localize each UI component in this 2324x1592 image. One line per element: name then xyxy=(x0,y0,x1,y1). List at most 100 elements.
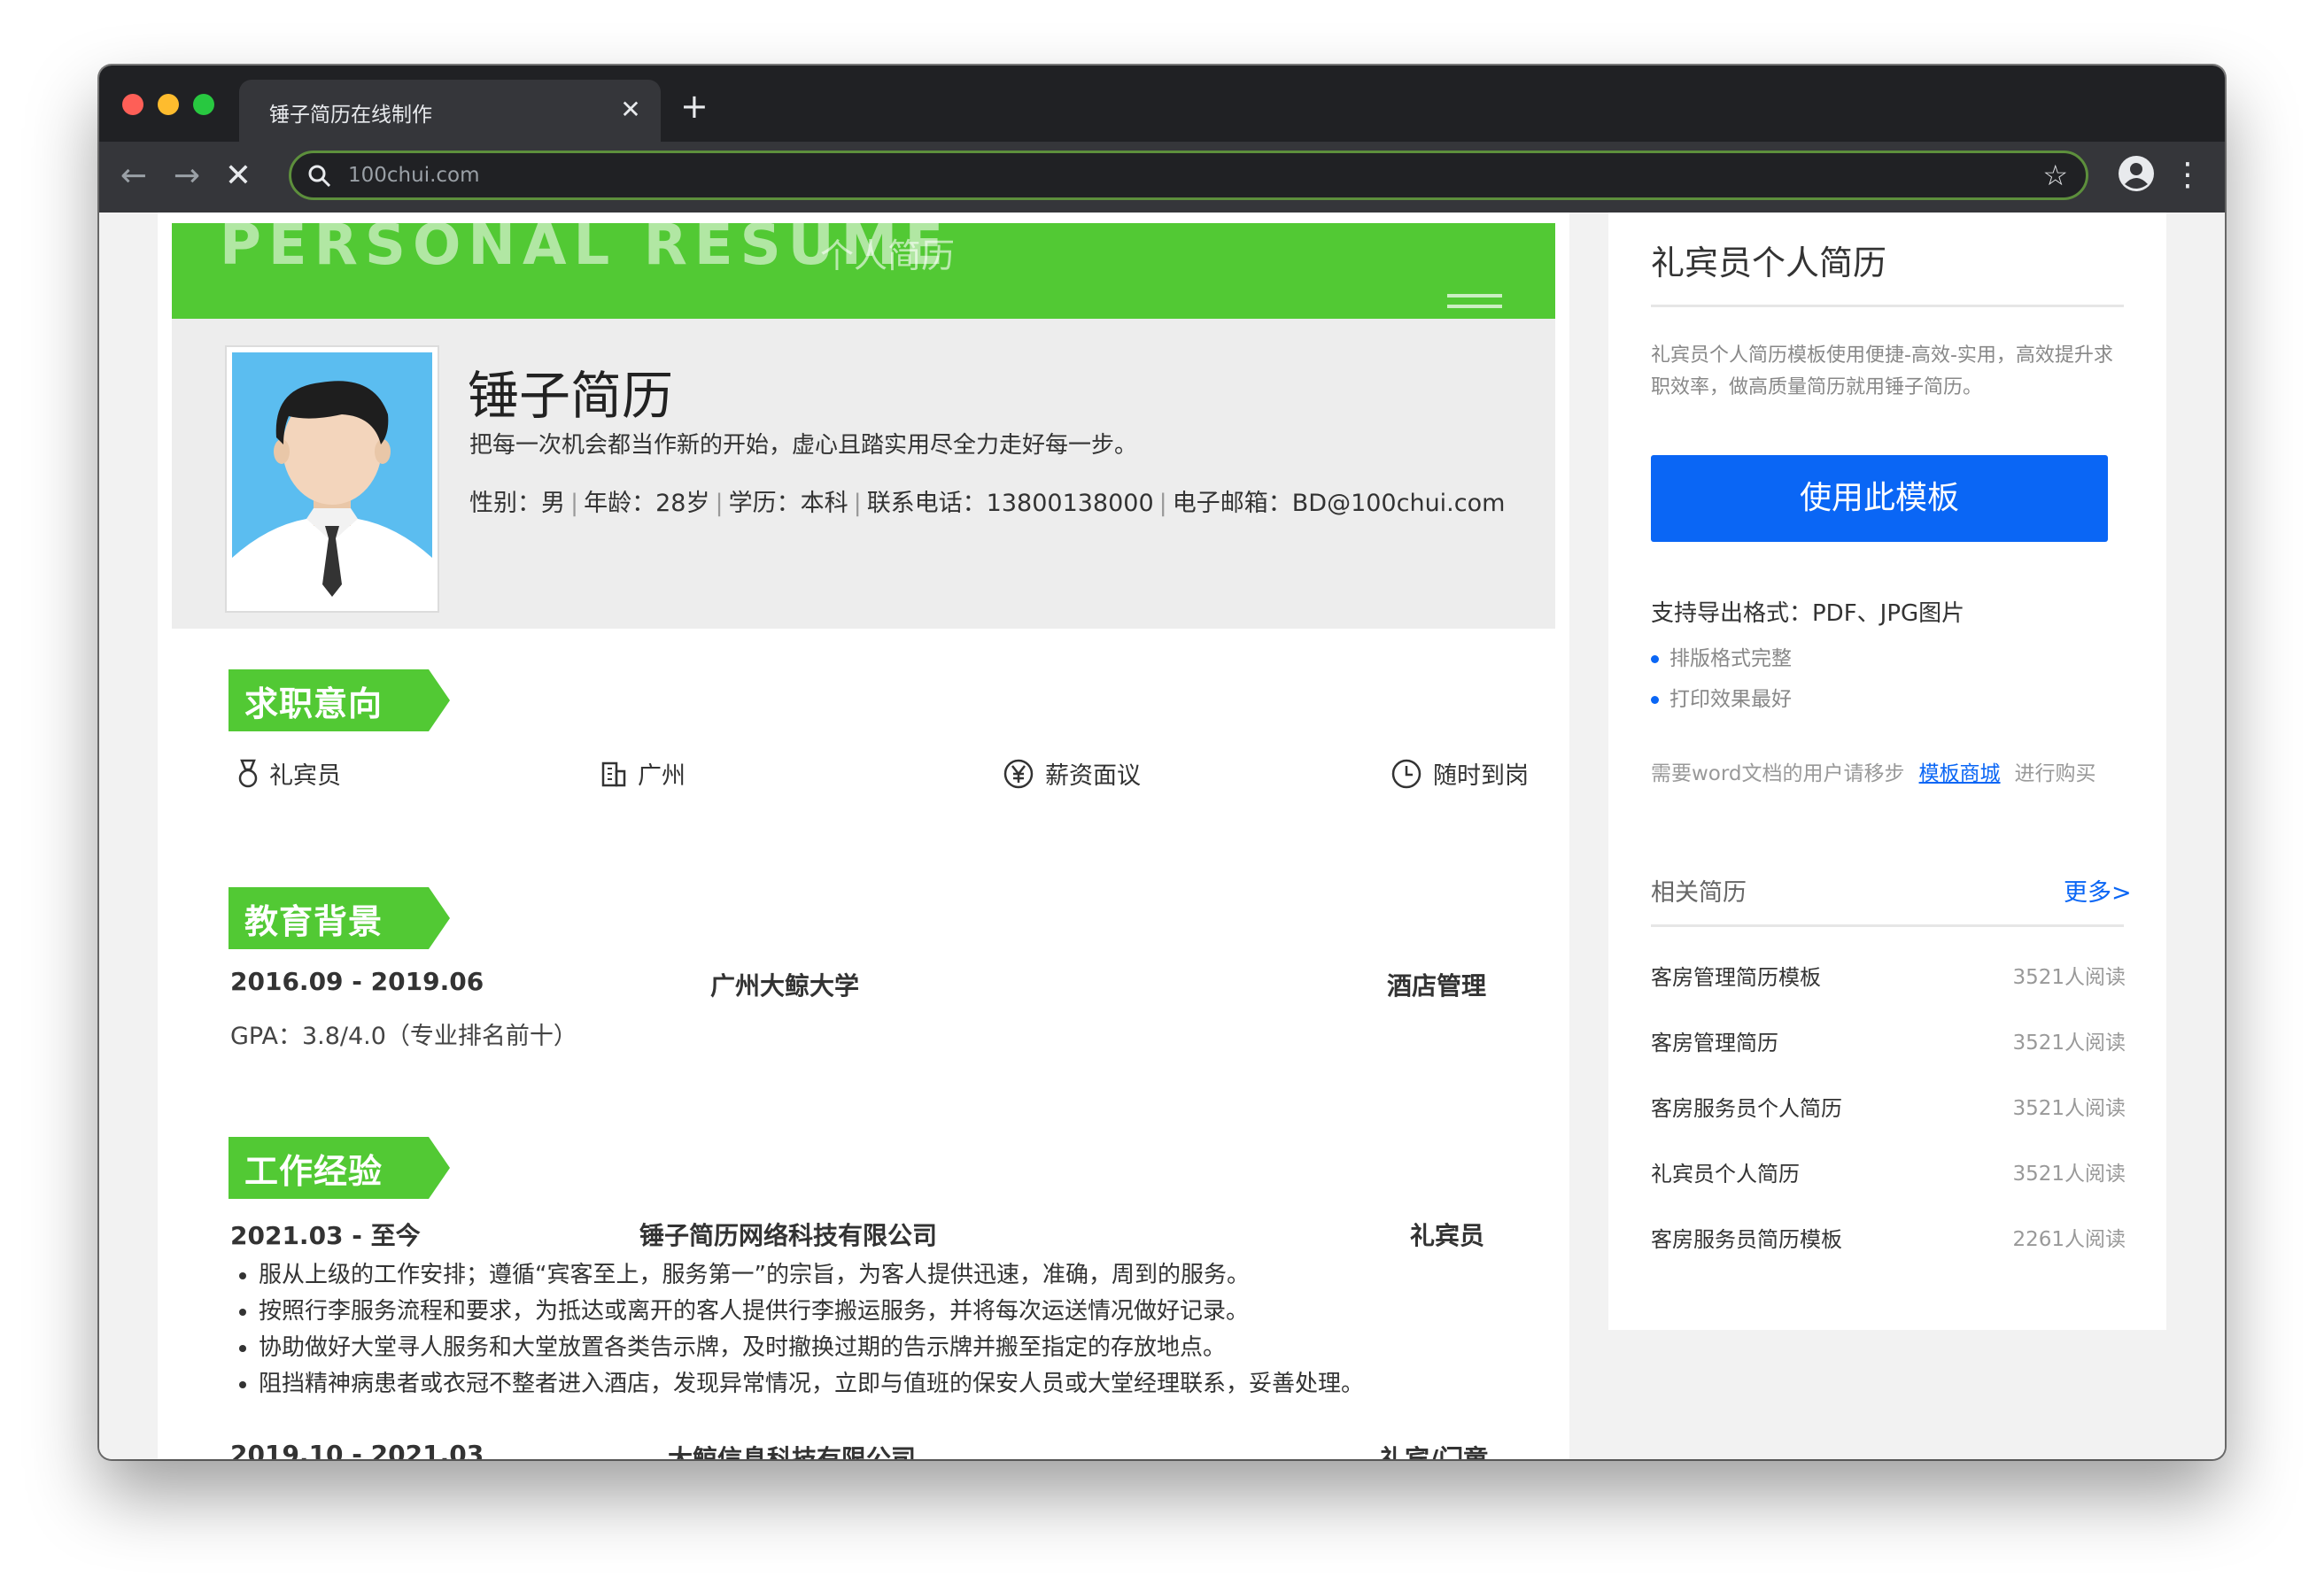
template-store-link[interactable]: 模板商城 xyxy=(1919,762,2001,785)
education-major: 酒店管理 xyxy=(1387,971,1487,1001)
work-role: 礼宾员 xyxy=(1410,1221,1485,1250)
related-resume-reads: 3521人阅读 xyxy=(2012,966,2126,989)
work-duties-list: 服从上级的工作安排；遵循“宾客至上，服务第一”的宗旨，为客人提供迅速，准确，周到… xyxy=(227,1257,1525,1403)
related-resume-item[interactable]: 客房服务员个人简历 3521人阅读 xyxy=(1651,1091,2126,1126)
work-duty-item: 协助做好大堂寻人服务和大堂放置各类告示牌，及时撤换过期的告示牌并搬至指定的存放地… xyxy=(259,1330,1525,1366)
work-company: 锤子简历网络科技有限公司 xyxy=(639,1221,938,1250)
browser-window: 锤子简历在线制作 ✕ + ← → ✕ 100chui.com ☆ ⋮ PERSO… xyxy=(99,66,2225,1459)
address-url: 100chui.com xyxy=(348,164,480,187)
page-viewport: PERSONAL RESUME 个人简历 锤子简历 把每一次机会都当作新的开始，… xyxy=(99,213,2225,1459)
bookmark-star-icon[interactable]: ☆ xyxy=(2042,158,2068,192)
search-icon xyxy=(307,164,332,192)
section-intent-header: 求职意向 xyxy=(229,669,450,731)
intent-salary-text: 薪资面议 xyxy=(1045,762,1141,790)
info-email: 电子邮箱：BD@100chui.com xyxy=(1172,490,1506,517)
new-tab-button[interactable]: + xyxy=(680,89,709,124)
more-link[interactable]: 更多> xyxy=(2064,873,2132,908)
work-next-period: 2019.10 - 2021.03 xyxy=(230,1440,484,1459)
related-resume-name[interactable]: 客房服务员个人简历 xyxy=(1651,1091,1842,1122)
bullet-dot-icon xyxy=(1651,655,1659,663)
stop-loading-icon[interactable]: ✕ xyxy=(216,154,260,198)
intent-availability-text: 随时到岗 xyxy=(1433,762,1529,790)
maximize-window-button[interactable] xyxy=(193,94,214,115)
section-education-header: 教育背景 xyxy=(229,887,450,949)
template-description: 礼宾员个人简历模板使用便捷-高效-实用，高效提升求职效率，做高质量简历就用锤子简… xyxy=(1651,344,2113,398)
banner-decoration xyxy=(1447,294,1502,315)
related-resume-item[interactable]: 客房服务员简历模板 2261人阅读 xyxy=(1651,1222,2126,1257)
section-work-title: 工作经验 xyxy=(244,1152,383,1191)
profile-photo xyxy=(225,345,439,613)
tab-title: 锤子简历在线制作 xyxy=(269,104,432,127)
profile-avatar-icon[interactable] xyxy=(2117,154,2156,193)
medal-icon xyxy=(238,759,258,787)
intent-position-text: 礼宾员 xyxy=(269,762,341,790)
clock-icon xyxy=(1391,759,1422,788)
back-icon[interactable]: ← xyxy=(112,154,156,198)
related-resume-name[interactable]: 礼宾员个人简历 xyxy=(1651,1156,1800,1187)
work-next-role: 礼宾/门童 xyxy=(1380,1444,1489,1459)
browser-tab[interactable]: 锤子简历在线制作 ✕ xyxy=(239,80,661,142)
address-bar[interactable]: 100chui.com ☆ xyxy=(289,151,2088,200)
related-resume-reads: 2261人阅读 xyxy=(2012,1228,2126,1251)
intent-city: 广州 xyxy=(600,756,686,791)
intent-salary: 薪资面议 xyxy=(1003,756,1141,791)
related-resume-reads: 3521人阅读 xyxy=(2012,1032,2126,1055)
feature-item: 排版格式完整 xyxy=(1651,641,1792,671)
candidate-name: 锤子简历 xyxy=(468,366,674,426)
browser-menu-icon[interactable]: ⋮ xyxy=(2172,154,2204,197)
resume-preview: PERSONAL RESUME 个人简历 锤子简历 把每一次机会都当作新的开始，… xyxy=(158,213,1569,1459)
related-resumes-title: 相关简历 xyxy=(1651,879,1747,907)
education-school: 广州大鲸大学 xyxy=(710,971,860,1001)
tab-close-icon[interactable]: ✕ xyxy=(615,94,647,126)
template-sidebar: 礼宾员个人简历 礼宾员个人简历模板使用便捷-高效-实用，高效提升求职效率，做高质… xyxy=(1608,213,2166,1330)
close-window-button[interactable] xyxy=(122,94,143,115)
banner-chinese-title: 个人简历 xyxy=(820,236,956,275)
related-resume-reads: 3521人阅读 xyxy=(2012,1163,2126,1186)
related-resume-item[interactable]: 客房管理简历模板 3521人阅读 xyxy=(1651,960,2126,995)
work-duty-item: 阻挡精神病患者或衣冠不整者进入酒店，发现异常情况，立即与值班的保安人员或大堂经理… xyxy=(259,1366,1525,1403)
template-title: 礼宾员个人简历 xyxy=(1651,243,1887,282)
work-duty-item: 按照行李服务流程和要求，为抵达或离开的客人提供行李搬运服务，并将每次运送情况做好… xyxy=(259,1294,1525,1330)
feature-text: 打印效果最好 xyxy=(1669,688,1792,711)
section-work-header: 工作经验 xyxy=(229,1137,450,1199)
divider xyxy=(1651,305,2124,307)
forward-icon[interactable]: → xyxy=(165,154,209,198)
info-gender: 性别：男 xyxy=(469,490,565,517)
work-duty-item: 服从上级的工作安排；遵循“宾客至上，服务第一”的宗旨，为客人提供迅速，准确，周到… xyxy=(259,1257,1525,1294)
related-resume-reads: 3521人阅读 xyxy=(2012,1097,2126,1120)
export-formats: 支持导出格式：PDF、JPG图片 xyxy=(1651,600,1965,627)
section-education-title: 教育背景 xyxy=(244,902,383,941)
resume-header: 锤子简历 把每一次机会都当作新的开始，虚心且踏实用尽全力走好每一步。 性别：男 |… xyxy=(172,319,1555,629)
word-notice-prefix: 需要word文档的用户请移步 xyxy=(1651,762,1905,785)
resume-banner: PERSONAL RESUME 个人简历 xyxy=(172,223,1555,319)
info-age: 年龄：28岁 xyxy=(584,490,710,517)
feature-item: 打印效果最好 xyxy=(1651,682,1792,712)
related-resume-name[interactable]: 客房管理简历模板 xyxy=(1651,960,1821,991)
education-gpa: GPA：3.8/4.0（专业排名前十） xyxy=(230,1023,577,1050)
education-period: 2016.09 - 2019.06 xyxy=(230,967,484,996)
intent-city-text: 广州 xyxy=(638,762,686,790)
info-phone: 联系电话：13800138000 xyxy=(866,490,1154,517)
divider xyxy=(1651,924,2124,927)
minimize-window-button[interactable] xyxy=(158,94,179,115)
tab-strip: 锤子简历在线制作 ✕ + xyxy=(99,66,2225,142)
work-next-company: 大鲸信息科技有限公司 xyxy=(668,1444,917,1459)
intent-availability: 随时到岗 xyxy=(1391,756,1529,791)
related-resume-item[interactable]: 客房管理简历 3521人阅读 xyxy=(1651,1025,2126,1061)
yen-icon xyxy=(1003,759,1034,788)
candidate-info: 性别：男 | 年龄：28岁 | 学历：本科 | 联系电话：13800138000 | 电子邮箱：… xyxy=(469,490,1506,517)
candidate-motto: 把每一次机会都当作新的开始，虚心且踏实用尽全力走好每一步。 xyxy=(469,432,1138,459)
related-resume-name[interactable]: 客房服务员简历模板 xyxy=(1651,1222,1842,1253)
use-template-button[interactable]: 使用此模板 xyxy=(1651,455,2108,542)
building-icon xyxy=(601,761,626,786)
bullet-dot-icon xyxy=(1651,696,1659,704)
work-period: 2021.03 - 至今 xyxy=(230,1221,421,1250)
related-resume-item[interactable]: 礼宾员个人简历 3521人阅读 xyxy=(1651,1156,2126,1192)
word-notice-suffix: 进行购买 xyxy=(2014,762,2096,785)
browser-toolbar: ← → ✕ 100chui.com ☆ ⋮ xyxy=(99,142,2225,213)
related-resume-name[interactable]: 客房管理简历 xyxy=(1651,1025,1778,1056)
info-education: 学历：本科 xyxy=(728,490,848,517)
word-notice: 需要word文档的用户请移步 模板商城 进行购买 xyxy=(1651,756,2096,786)
section-intent-title: 求职意向 xyxy=(244,684,383,723)
intent-position: 礼宾员 xyxy=(237,756,341,791)
